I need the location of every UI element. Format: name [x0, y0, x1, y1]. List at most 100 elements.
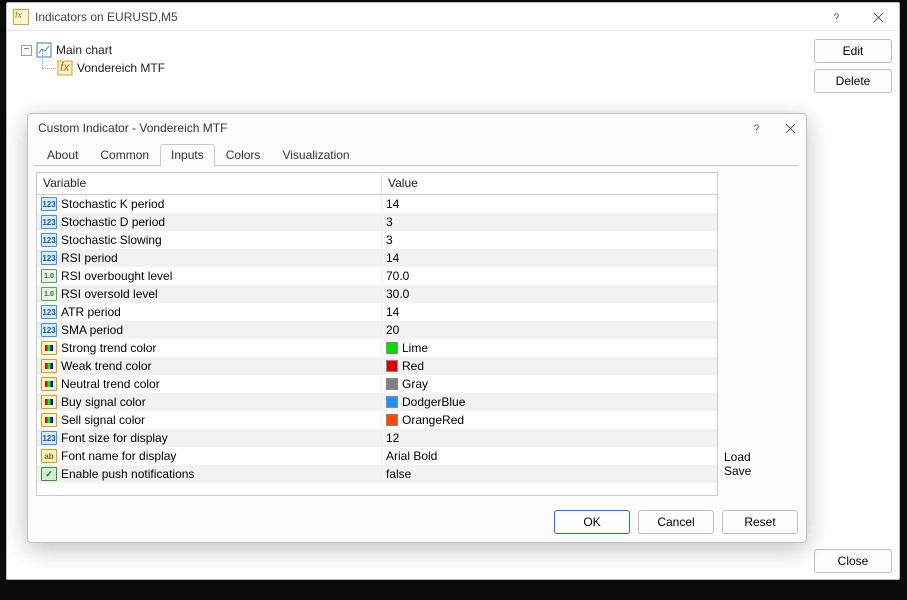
variable-cell: Buy signal color — [37, 395, 382, 409]
dialog-title: Custom Indicator - Vondereich MTF — [38, 121, 227, 135]
table-row[interactable]: Strong trend color Lime — [37, 339, 717, 357]
table-row[interactable]: Neutral trend color Gray — [37, 375, 717, 393]
tree-collapse-icon[interactable] — [21, 45, 32, 56]
variable-name: Font name for display — [61, 449, 176, 463]
tree-connector — [37, 59, 57, 77]
value-cell[interactable]: Gray — [382, 377, 717, 391]
value-cell[interactable]: 14 — [382, 305, 717, 319]
outer-title: Indicators on EURUSD,M5 — [35, 10, 178, 24]
close-window-button[interactable] — [857, 3, 899, 31]
value-cell[interactable]: 14 — [382, 197, 717, 211]
value-cell[interactable]: DodgerBlue — [382, 395, 717, 409]
type-icon — [41, 287, 57, 301]
value-cell[interactable]: 3 — [382, 233, 717, 247]
tab-colors[interactable]: Colors — [215, 144, 272, 166]
value-cell[interactable]: 20 — [382, 323, 717, 337]
edit-button[interactable]: Edit — [814, 39, 892, 63]
value-cell[interactable]: Red — [382, 359, 717, 373]
reset-button[interactable]: Reset — [722, 510, 798, 534]
type-icon — [41, 323, 57, 337]
table-row[interactable]: Stochastic D period 3 — [37, 213, 717, 231]
color-swatch — [386, 342, 398, 354]
outer-window-buttons — [815, 3, 899, 31]
value-cell[interactable]: 14 — [382, 251, 717, 265]
value-cell[interactable]: false — [382, 467, 717, 481]
tab-about[interactable]: About — [36, 144, 89, 166]
tree-child-row[interactable]: fx Vondereich MTF — [21, 59, 791, 77]
type-icon — [41, 377, 57, 391]
variable-name: Strong trend color — [61, 341, 156, 355]
variable-cell: Strong trend color — [37, 341, 382, 355]
variable-cell: ATR period — [37, 305, 382, 319]
type-icon — [41, 359, 57, 373]
table-row[interactable]: Sell signal colorOrangeRed — [37, 411, 717, 429]
type-icon — [41, 467, 57, 481]
ok-button[interactable]: OK — [554, 510, 630, 534]
type-icon — [41, 395, 57, 409]
type-icon — [41, 341, 57, 355]
color-swatch — [386, 378, 398, 390]
type-icon — [41, 233, 57, 247]
variable-cell: Neutral trend color — [37, 377, 382, 391]
value-cell[interactable]: 70.0 — [382, 269, 717, 283]
col-value-header[interactable]: Value — [382, 173, 717, 194]
value-cell[interactable]: OrangeRed — [382, 413, 717, 427]
tree-root-row[interactable]: Main chart — [21, 41, 791, 59]
col-variable-header[interactable]: Variable — [37, 173, 382, 194]
help-button[interactable] — [815, 3, 857, 31]
table-row[interactable]: Stochastic Slowing3 — [37, 231, 717, 249]
variable-name: SMA period — [61, 323, 123, 337]
table-row[interactable]: Font name for display Arial Bold — [37, 447, 717, 465]
variable-cell: Stochastic K period — [37, 197, 382, 211]
color-swatch — [386, 414, 398, 426]
type-icon — [41, 431, 57, 445]
app-icon — [13, 9, 29, 25]
table-row[interactable]: RSI period14 — [37, 249, 717, 267]
dialog-help-button[interactable] — [744, 116, 768, 140]
variable-name: Stochastic K period — [61, 197, 164, 211]
variable-name: RSI overbought level — [61, 269, 172, 283]
table-row[interactable]: RSI overbought level 70.0 — [37, 267, 717, 285]
table-row[interactable]: Weak trend color Red — [37, 357, 717, 375]
color-swatch — [386, 396, 398, 408]
dialog-close-button[interactable] — [778, 116, 802, 140]
value-text: 14 — [386, 197, 399, 211]
indicators-window: Indicators on EURUSD,M5 Main chart fx Vo… — [6, 2, 900, 580]
close-button[interactable]: Close — [814, 549, 892, 573]
table-row[interactable]: Stochastic K period 14 — [37, 195, 717, 213]
value-text: 3 — [386, 215, 393, 229]
dialog-side-buttons: Load Save — [724, 450, 800, 478]
value-cell[interactable]: Arial Bold — [382, 449, 717, 463]
indicator-fx-icon: fx — [57, 60, 73, 76]
table-row[interactable]: ATR period14 — [37, 303, 717, 321]
table-row[interactable]: RSI oversold level30.0 — [37, 285, 717, 303]
value-cell[interactable]: 3 — [382, 215, 717, 229]
variable-cell: Font size for display — [37, 431, 382, 445]
type-icon — [41, 449, 57, 463]
cancel-button[interactable]: Cancel — [638, 510, 714, 534]
tree-child-label: Vondereich MTF — [77, 61, 165, 75]
tab-visualization[interactable]: Visualization — [271, 144, 360, 166]
type-icon — [41, 197, 57, 211]
value-text: Gray — [402, 377, 428, 391]
save-button[interactable]: Save — [724, 464, 800, 478]
value-cell[interactable]: Lime — [382, 341, 717, 355]
variable-name: Enable push notifications — [61, 467, 194, 481]
variable-name: Font size for display — [61, 431, 168, 445]
table-row[interactable]: Font size for display 12 — [37, 429, 717, 447]
variable-name: Stochastic D period — [61, 215, 165, 229]
delete-button[interactable]: Delete — [814, 69, 892, 93]
tab-inputs[interactable]: Inputs — [160, 144, 215, 166]
table-row[interactable]: Enable push notifications false — [37, 465, 717, 483]
variable-cell: Weak trend color — [37, 359, 382, 373]
value-cell[interactable]: 12 — [382, 431, 717, 445]
tab-common[interactable]: Common — [89, 144, 160, 166]
table-row[interactable]: Buy signal colorDodgerBlue — [37, 393, 717, 411]
tree-root-label: Main chart — [56, 43, 112, 57]
variable-cell: Stochastic Slowing — [37, 233, 382, 247]
load-button[interactable]: Load — [724, 450, 800, 464]
variable-name: Weak trend color — [61, 359, 152, 373]
grid-body: Stochastic K period 14 Stochastic D period… — [37, 195, 717, 495]
value-cell[interactable]: 30.0 — [382, 287, 717, 301]
table-row[interactable]: SMA period 20 — [37, 321, 717, 339]
